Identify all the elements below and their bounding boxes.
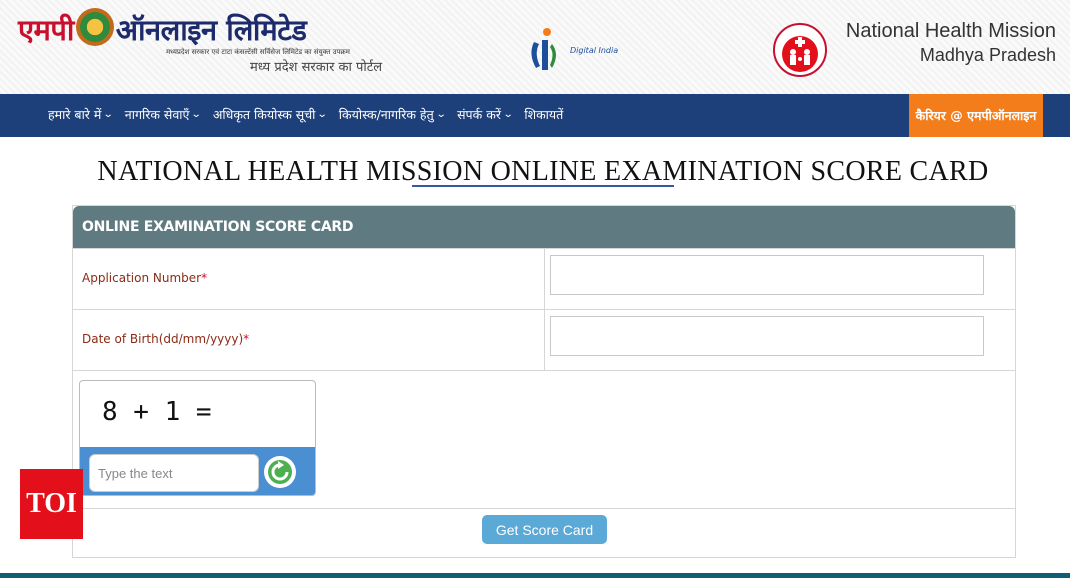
nav-item-label: अधिकृत कियोस्क सूची bbox=[212, 107, 316, 122]
captcha-box: 8 + 1 = bbox=[79, 380, 316, 496]
nav-item-about[interactable]: हमारे बारे में ⌄ bbox=[48, 106, 115, 123]
nav-item-kiosk-list[interactable]: अधिकृत कियोस्क सूची ⌄ bbox=[212, 106, 329, 123]
logo-brand: एमपी bbox=[18, 13, 74, 47]
required-mark: * bbox=[201, 271, 208, 285]
captcha-input[interactable] bbox=[89, 454, 259, 492]
digital-india-logo: Digital India bbox=[526, 24, 626, 76]
captcha-row: 8 + 1 = bbox=[73, 370, 1015, 508]
toi-watermark: TOI bbox=[20, 469, 83, 539]
required-mark: * bbox=[243, 332, 250, 346]
title-underline bbox=[412, 185, 674, 187]
form-header: ONLINE EXAMINATION SCORE CARD bbox=[73, 206, 1015, 248]
dob-input[interactable] bbox=[550, 316, 984, 356]
chevron-down-icon: ⌄ bbox=[317, 109, 329, 120]
mponline-logo[interactable]: एमपी ऑनलाइन लिमिटेड मध्यप्रदेश सरकार एवं … bbox=[18, 8, 398, 78]
nav-item-complaints[interactable]: शिकायतें bbox=[524, 106, 563, 123]
nhm-emblem-icon bbox=[773, 23, 827, 77]
captcha-bar bbox=[80, 447, 315, 495]
captcha-equation: 8 + 1 = bbox=[102, 397, 212, 427]
logo-wordmark: एमपी ऑनलाइन लिमिटेड bbox=[18, 8, 307, 49]
logo-tagline: मध्यप्रदेश सरकार एवं टाटा कंसल्टेंसी सर्… bbox=[166, 48, 350, 56]
application-number-label-text: Application Number bbox=[82, 271, 202, 285]
mp-emblem-icon bbox=[75, 8, 114, 46]
chevron-down-icon: ⌄ bbox=[435, 109, 447, 120]
digital-india-icon bbox=[531, 28, 556, 70]
logo-subtitle: मध्य प्रदेश सरकार का पोर्टल bbox=[250, 60, 383, 75]
column-divider bbox=[544, 310, 545, 370]
dob-label-text: Date of Birth(dd/mm/yyyy) bbox=[82, 332, 244, 346]
column-divider bbox=[544, 249, 545, 309]
application-number-row: Application Number* bbox=[73, 248, 1015, 309]
logo-name: ऑनलाइन लिमिटेड bbox=[115, 13, 307, 47]
nav-item-label: कियोस्क/नागरिक हेतु bbox=[338, 107, 434, 122]
digital-india-label: Digital India bbox=[570, 46, 619, 55]
nav-item-citizen-services[interactable]: नागरिक सेवाएँ ⌄ bbox=[124, 106, 203, 123]
footer-border bbox=[0, 573, 1070, 578]
refresh-icon[interactable] bbox=[264, 456, 296, 488]
nhm-title-line2: Madhya Pradesh bbox=[919, 45, 1056, 65]
score-card-form: ONLINE EXAMINATION SCORE CARD Applicatio… bbox=[72, 205, 1016, 558]
nav-item-label: नागरिक सेवाएँ bbox=[124, 107, 190, 122]
page-title: NATIONAL HEALTH MISSION ONLINE EXAMINATI… bbox=[97, 156, 989, 187]
submit-row: Get Score Card bbox=[73, 508, 1015, 557]
nav-item-label: शिकायतें bbox=[524, 107, 564, 122]
chevron-down-icon: ⌄ bbox=[103, 109, 115, 120]
main-nav: हमारे बारे में ⌄ नागरिक सेवाएँ ⌄ अधिकृत कि… bbox=[0, 94, 1070, 137]
application-number-label: Application Number* bbox=[82, 271, 207, 285]
get-score-card-button[interactable]: Get Score Card bbox=[482, 515, 607, 544]
nhm-title: National Health Mission Madhya Pradesh bbox=[846, 20, 1056, 66]
nav-item-kiosk-citizen[interactable]: कियोस्क/नागरिक हेतु ⌄ bbox=[338, 106, 447, 123]
site-header: एमपी ऑनलाइन लिमिटेड मध्यप्रदेश सरकार एवं … bbox=[0, 0, 1070, 94]
nav-menu: हमारे बारे में ⌄ नागरिक सेवाएँ ⌄ अधिकृत कि… bbox=[48, 106, 563, 123]
application-number-input[interactable] bbox=[550, 255, 984, 295]
nhm-title-line1: National Health Mission bbox=[845, 20, 1056, 42]
nav-item-contact[interactable]: संपर्क करें ⌄ bbox=[457, 106, 514, 123]
nav-item-label: संपर्क करें bbox=[457, 107, 501, 122]
chevron-down-icon: ⌄ bbox=[502, 109, 514, 120]
nav-item-label: हमारे बारे में bbox=[48, 107, 102, 122]
chevron-down-icon: ⌄ bbox=[191, 109, 203, 120]
dob-label: Date of Birth(dd/mm/yyyy)* bbox=[82, 332, 249, 346]
dob-row: Date of Birth(dd/mm/yyyy)* bbox=[73, 309, 1015, 370]
career-button[interactable]: कैरियर @ एमपीऑनलाइन bbox=[909, 94, 1043, 137]
